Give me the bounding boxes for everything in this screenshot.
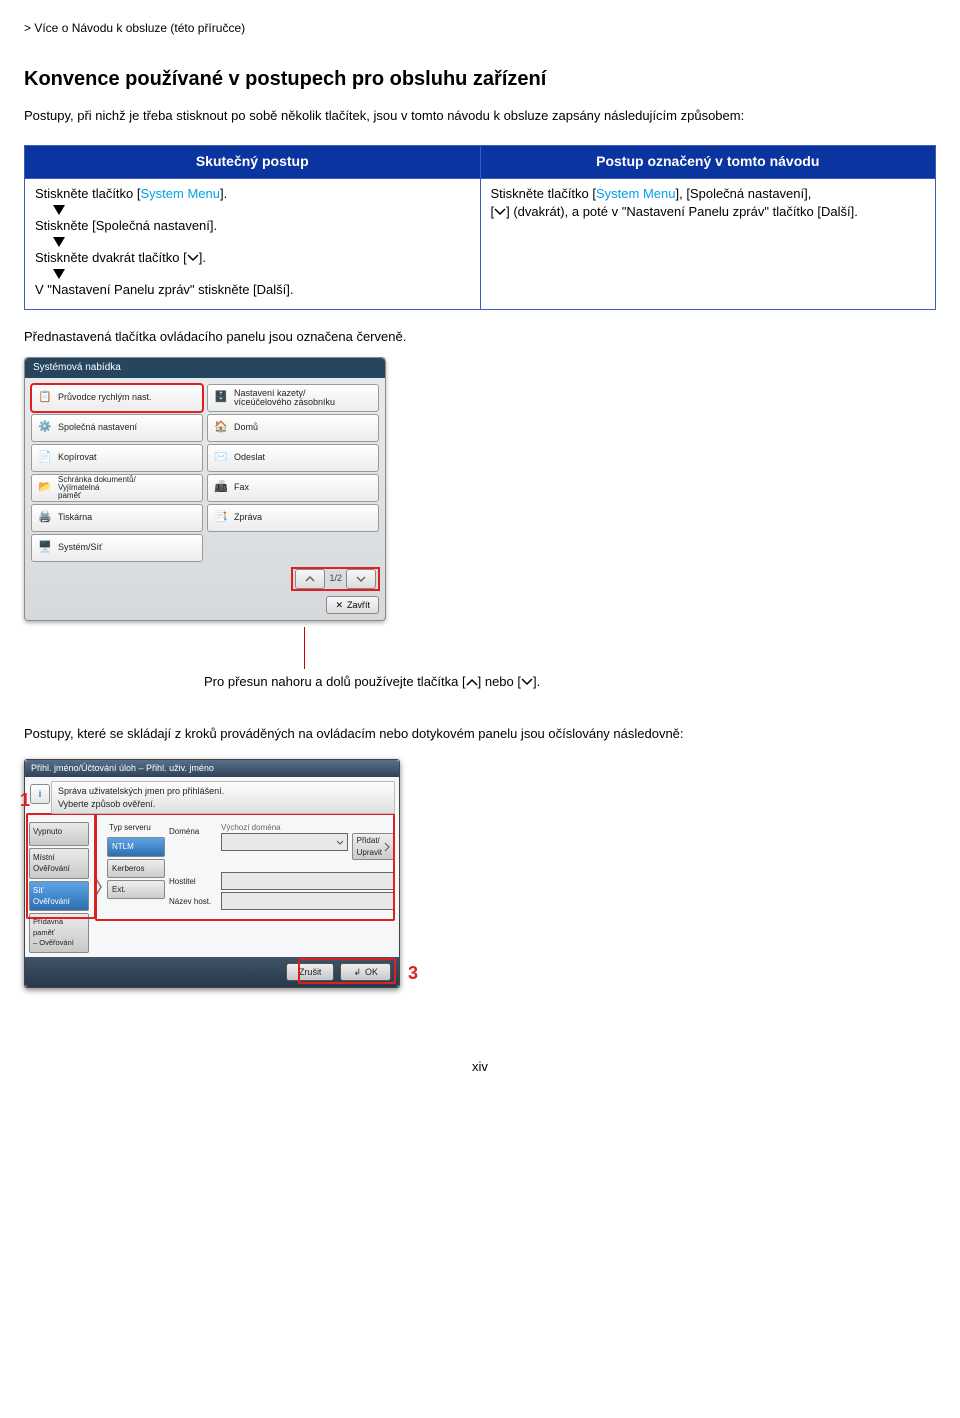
btn-label: Průvodce rychlým nast. (58, 391, 152, 404)
network-icon: 🖥️ (38, 541, 52, 555)
step3-post: ]. (199, 250, 206, 265)
fax-button[interactable]: 📠 Fax (207, 474, 379, 502)
btn-label: Zpráva (234, 511, 262, 524)
caption-mid: ] nebo [ (478, 674, 521, 689)
breadcrumb: > Více o Návodu k obsluze (této příručce… (24, 20, 936, 37)
manual-steps: Stiskněte tlačítko [System Menu], [Spole… (480, 178, 936, 310)
btn-label: Kopírovat (58, 451, 97, 464)
caption-pre: Pro přesun nahoru a dolů používejte tlač… (204, 674, 466, 689)
step3-pre: Stiskněte dvakrát tlačítko [ (35, 250, 187, 265)
home-icon: 🏠 (214, 421, 228, 435)
actual-steps: Stiskněte tlačítko [System Menu]. Stiskn… (25, 178, 481, 310)
report-button[interactable]: 📑 Zpráva (207, 504, 379, 532)
btn-label: Systém/Síť (58, 541, 102, 554)
step4: V "Nastavení Panelu zpráv" stiskněte [Da… (35, 281, 470, 299)
close-button[interactable]: ✕ Zavřít (326, 596, 379, 615)
info-line2: Vyberte způsob ověření. (58, 798, 388, 811)
step1-pre: Stiskněte tlačítko [ (35, 186, 141, 201)
arrow-down-icon (53, 237, 65, 247)
ui-login-admin: 1 2 3 Přihl. jméno/Účtování úloh – Přihl… (24, 759, 400, 988)
ui2-info-box: i Správa uživatelských jmen pro přihláše… (51, 781, 395, 814)
btn-label: Nastavení kazety/ víceúčelového zásobník… (234, 389, 335, 407)
caption-post: ]. (533, 674, 540, 689)
highlight-rect-1 (26, 813, 96, 919)
r-line1-post: ], [Společná nastavení], (675, 186, 811, 201)
chevron-down-icon (187, 254, 199, 262)
page-down-button[interactable] (346, 569, 376, 589)
quick-setup-guide-button[interactable]: 📋 Průvodce rychlým nast. (31, 384, 203, 412)
btn-label: Fax (234, 481, 249, 494)
btn-label: Domů (234, 421, 258, 434)
step1-post: ]. (220, 186, 227, 201)
page-number: xiv (24, 1058, 936, 1076)
numbered-intro: Postupy, které se skládají z kroků prová… (24, 725, 936, 743)
tray-icon: 🗄️ (214, 391, 228, 405)
btn-label: Tiskárna (58, 511, 92, 524)
chevron-up-icon (466, 678, 478, 686)
arrow-down-icon (53, 269, 65, 279)
chevron-down-icon (521, 678, 533, 686)
printer-icon: 🖨️ (38, 511, 52, 525)
callout-line (304, 627, 305, 669)
chevron-up-icon (305, 576, 315, 582)
close-x-icon: ✕ (335, 599, 343, 612)
system-network-button[interactable]: 🖥️ Systém/Síť (31, 534, 203, 562)
guide-icon: 📋 (38, 391, 52, 405)
preset-note: Přednastavená tlačítka ovládacího panelu… (24, 328, 936, 346)
info-line1: Správa uživatelských jmen pro přihlášení… (58, 785, 388, 798)
copy-icon: 📄 (38, 451, 52, 465)
system-menu-label: System Menu (141, 186, 220, 201)
page-title: Konvence používané v postupech pro obslu… (24, 65, 936, 93)
chevron-down-icon (494, 208, 506, 216)
info-icon: i (30, 784, 50, 804)
page-up-button[interactable] (295, 569, 325, 589)
step2: Stiskněte [Společná nastavení]. (35, 217, 470, 235)
btn-label: Odeslat (234, 451, 265, 464)
procedure-table: Skutečný postup Postup označený v tomto … (24, 145, 936, 310)
col-header-in-manual: Postup označený v tomto návodu (480, 145, 936, 178)
btn-label: Společná nastavení (58, 421, 137, 434)
send-icon: ✉️ (214, 451, 228, 465)
intro-paragraph: Postupy, při nichž je třeba stisknout po… (24, 107, 936, 125)
common-settings-button[interactable]: ⚙️ Společná nastavení (31, 414, 203, 442)
r-line1-pre: Stiskněte tlačítko [ (491, 186, 597, 201)
copy-button[interactable]: 📄 Kopírovat (31, 444, 203, 472)
chevron-down-icon (356, 576, 366, 582)
system-menu-label: System Menu (596, 186, 675, 201)
home-button[interactable]: 🏠 Domů (207, 414, 379, 442)
printer-button[interactable]: 🖨️ Tiskárna (31, 504, 203, 532)
fax-icon: 📠 (214, 481, 228, 495)
page-nav: 1/2 (292, 568, 379, 590)
highlight-rect-2 (95, 813, 395, 921)
box-icon: 📂 (38, 481, 52, 495)
arrow-down-icon (53, 205, 65, 215)
callout-number-1: 1 (20, 788, 30, 813)
highlight-rect-3 (298, 958, 396, 984)
close-label: Zavřít (347, 599, 370, 612)
send-button[interactable]: ✉️ Odeslat (207, 444, 379, 472)
document-box-button[interactable]: 📂 Schránka dokumentů/ Vyjímatelná paměť (31, 474, 203, 502)
gear-icon: ⚙️ (38, 421, 52, 435)
callout-number-3: 3 (408, 961, 418, 986)
r-line2-post: ] (dvakrát), a poté v "Nastavení Panelu … (506, 204, 858, 219)
btn-label: Schránka dokumentů/ Vyjímatelná paměť (58, 476, 136, 500)
ui1-title: Systémová nabídka (25, 358, 385, 378)
ui2-title: Přihl. jméno/Účtování úloh – Přihl. uživ… (25, 760, 399, 777)
cassette-settings-button[interactable]: 🗄️ Nastavení kazety/ víceúčelového zásob… (207, 384, 379, 412)
ui-system-menu: Systémová nabídka 📋 Průvodce rychlým nas… (24, 357, 386, 622)
nav-caption: Pro přesun nahoru a dolů používejte tlač… (204, 673, 744, 691)
col-header-actual: Skutečný postup (25, 145, 481, 178)
report-icon: 📑 (214, 511, 228, 525)
page-number-indicator: 1/2 (329, 572, 342, 585)
